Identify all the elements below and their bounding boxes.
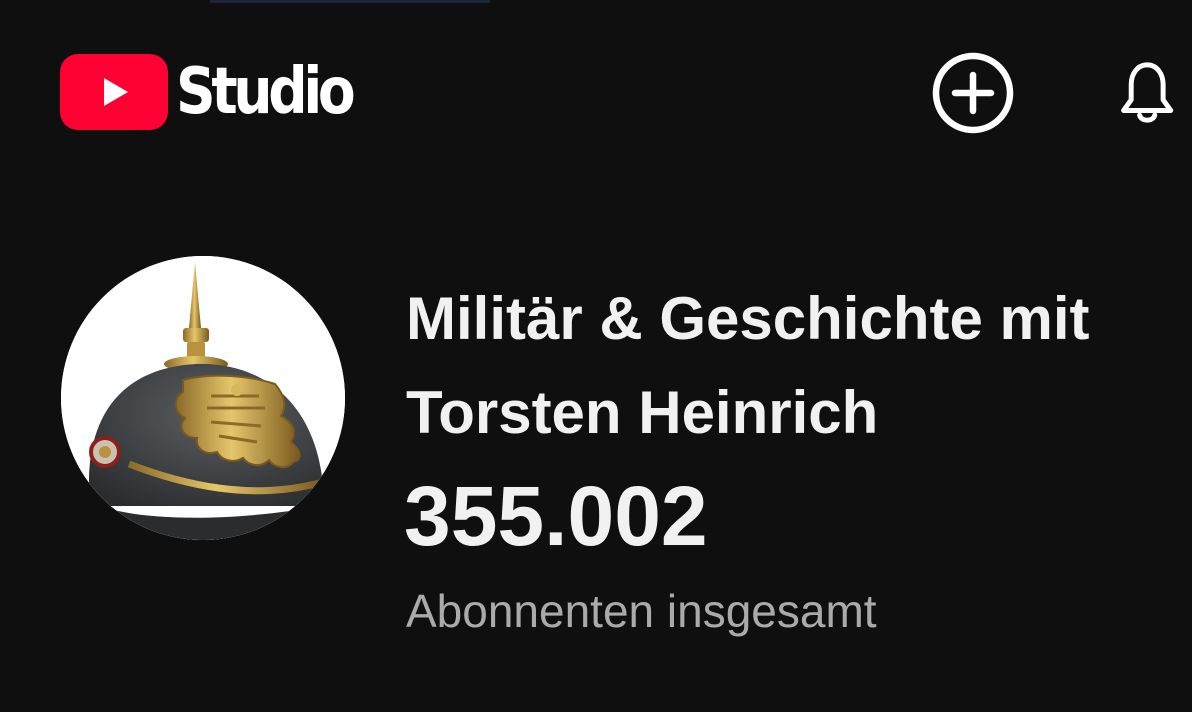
channel-avatar[interactable] xyxy=(61,256,345,540)
subscriber-count: 355.002 xyxy=(404,469,708,563)
youtube-play-icon xyxy=(60,54,168,130)
add-circle-icon xyxy=(932,52,1014,134)
subscriber-label: Abonnenten insgesamt xyxy=(406,585,877,637)
pickelhaube-helmet-image xyxy=(61,256,345,540)
logo-text: Studio xyxy=(176,55,356,129)
bell-icon xyxy=(1121,62,1174,123)
status-bar-edge xyxy=(210,0,490,3)
youtube-studio-logo[interactable]: Studio xyxy=(60,52,380,132)
notifications-button[interactable] xyxy=(1110,48,1192,138)
channel-name[interactable]: Militär & Geschichte mit Torsten Heinric… xyxy=(406,272,1176,460)
create-button[interactable] xyxy=(928,48,1018,138)
